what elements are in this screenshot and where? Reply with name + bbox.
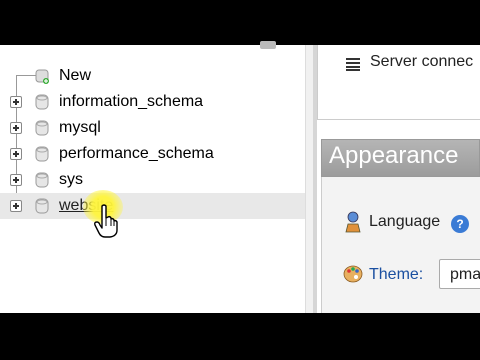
nav-item-new[interactable]: New [0,63,305,89]
theme-select[interactable]: pma [439,259,480,289]
help-icon[interactable]: ? [451,215,469,233]
language-icon [345,211,361,233]
appearance-title: Appearance [329,142,459,169]
letterbox-bottom [0,313,480,360]
server-connection-label: Server connec [370,53,474,70]
server-list-icon [346,58,360,71]
language-label: Language [369,213,441,230]
hand-pointer-icon [94,204,118,238]
expand-icon[interactable] [10,200,22,212]
nav-item-label: New [59,67,92,84]
nav-item-database[interactable]: sys [0,167,305,193]
theme-label: Theme: [369,266,424,283]
main-panel: Server connec Appearance Language ? Them… [317,45,480,313]
nav-item-label: performance_schema [59,145,214,162]
expand-icon[interactable] [10,174,22,186]
appearance-section-header: Appearance [321,139,480,177]
nav-item-database-website[interactable]: website [0,193,305,219]
letterbox-top [0,0,480,45]
nav-item-label: information_schema [59,93,204,110]
theme-select-value: pma [450,266,480,283]
database-icon [35,94,49,110]
navigation-panel: New information_schema mysql performance… [0,41,313,313]
appearance-section-body [321,177,480,313]
expand-icon[interactable] [10,96,22,108]
new-database-icon [35,69,49,84]
nav-item-database[interactable]: performance_schema [0,141,305,167]
screen: New information_schema mysql performance… [0,0,480,360]
expand-icon[interactable] [10,122,22,134]
expand-icon[interactable] [10,148,22,160]
palette-icon [343,265,363,283]
database-icon [35,146,49,162]
nav-item-label: mysql [59,119,101,136]
database-icon [35,120,49,136]
nav-item-database[interactable]: mysql [0,115,305,141]
database-icon [35,172,49,188]
nav-item-label: sys [59,171,83,188]
collapse-icon[interactable] [260,41,276,49]
nav-item-database[interactable]: information_schema [0,89,305,115]
server-info-box: Server connec [317,45,480,120]
database-icon [35,198,49,214]
